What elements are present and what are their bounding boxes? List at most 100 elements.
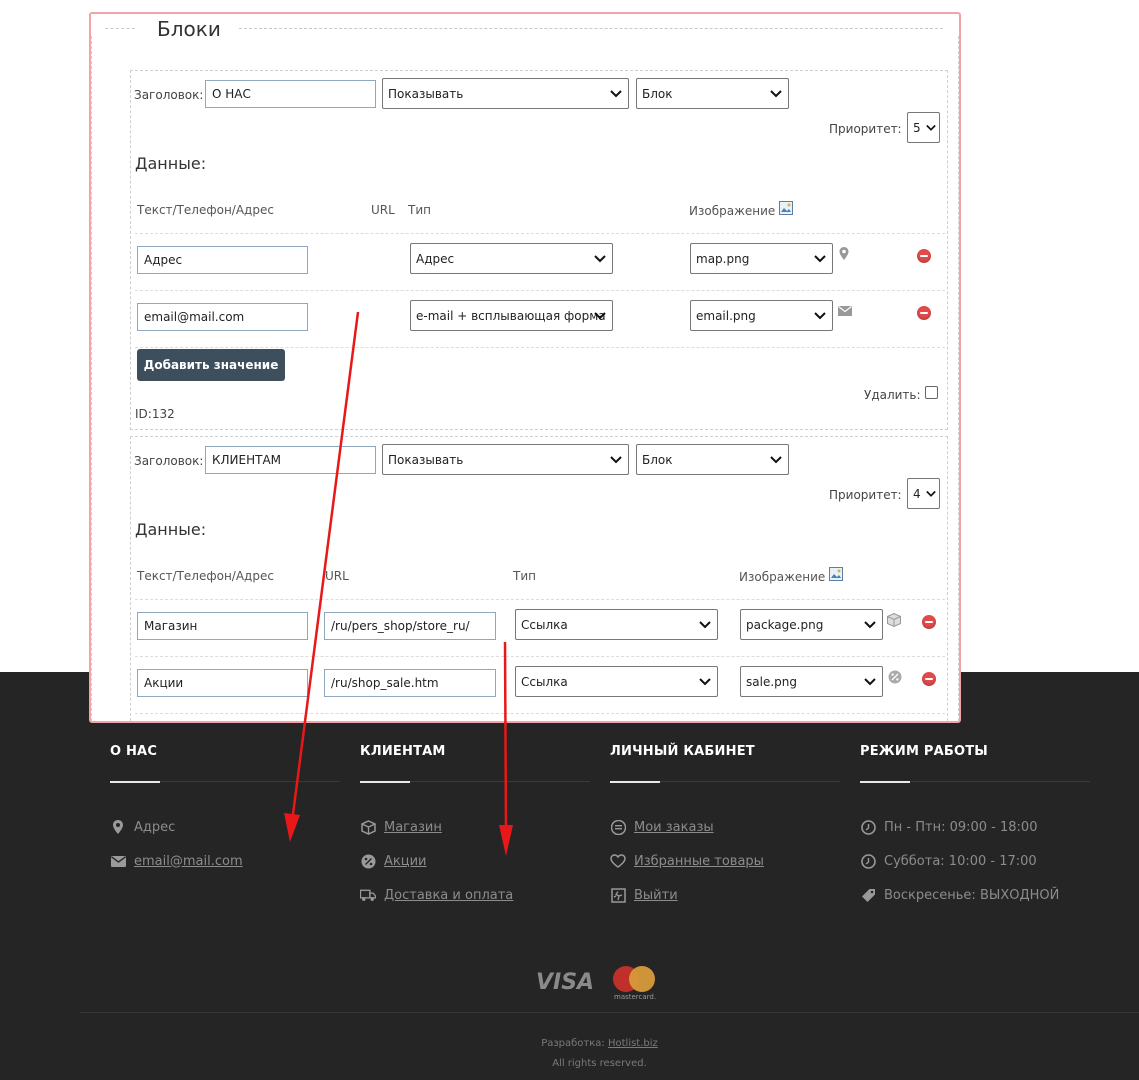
chevron-down-icon	[610, 455, 622, 463]
delivery-link[interactable]: Доставка и оплата	[384, 888, 513, 903]
chevron-down-icon	[610, 89, 622, 97]
priority-select[interactable]: 5	[907, 112, 940, 143]
footer-heading: ЛИЧНЫЙ КАБИНЕТ	[610, 744, 755, 759]
mastercard-logo-text: mastercard.	[614, 993, 656, 1001]
footer-item-email[interactable]: email@mail.com	[110, 851, 243, 871]
sales-link[interactable]: Акции	[384, 854, 427, 869]
footer-item-label: Воскресенье: ВЫХОДНОЙ	[884, 887, 1060, 903]
divider	[135, 347, 945, 348]
footer-item-logout[interactable]: Выйти	[610, 885, 678, 905]
footer-column-hours: РЕЖИМ РАБОТЫ Пн - Птн: 09:00 - 18:00 Суб…	[860, 744, 1092, 903]
heart-icon	[610, 853, 626, 869]
row-image-select-value: map.png	[696, 251, 750, 266]
copyright: All rights reserved.	[552, 1058, 647, 1069]
row-image-select[interactable]: sale.png	[740, 666, 883, 697]
data-heading: Данные:	[135, 154, 207, 173]
column-header-image: Изображение	[739, 570, 826, 584]
divider	[135, 233, 945, 234]
row-type-select[interactable]: Адрес	[410, 243, 613, 274]
chevron-down-icon	[926, 490, 936, 497]
row-url-input[interactable]: /ru/shop_sale.htm	[324, 669, 496, 697]
row-type-select-value: Ссылка	[521, 617, 568, 632]
image-icon[interactable]	[829, 567, 843, 581]
footer-item-delivery[interactable]: Доставка и оплата	[360, 885, 513, 905]
row-text-input[interactable]: Магазин	[137, 612, 308, 640]
chevron-down-icon	[864, 677, 876, 685]
title-input[interactable]: О НАС	[205, 80, 376, 108]
divider	[135, 290, 945, 291]
row-type-select-value: e-mail + всплывающая форма	[416, 308, 606, 323]
row-image-select-value: sale.png	[746, 674, 797, 689]
priority-select-value: 5	[913, 120, 921, 135]
developer-link[interactable]: Hotlist.biz	[608, 1038, 658, 1049]
row-image-select[interactable]: package.png	[740, 609, 883, 640]
priority-select[interactable]: 4	[907, 478, 940, 509]
clock-icon	[860, 853, 876, 869]
delete-row-button[interactable]	[917, 249, 931, 263]
footer-heading: РЕЖИМ РАБОТЫ	[860, 744, 988, 759]
mastercard-orange-circle	[629, 966, 655, 992]
divider	[135, 713, 945, 714]
orders-icon	[610, 819, 626, 835]
delete-row-button[interactable]	[917, 306, 931, 320]
orders-link[interactable]: Мои заказы	[634, 820, 714, 835]
exit-icon	[610, 887, 626, 903]
add-value-button[interactable]: Добавить значение	[137, 349, 285, 381]
visibility-select-value: Показывать	[388, 452, 464, 467]
footer-item-favorites[interactable]: Избранные товары	[610, 851, 764, 871]
chevron-down-icon	[699, 677, 711, 685]
heading-underline	[610, 781, 660, 783]
chevron-down-icon	[864, 620, 876, 628]
block-type-select[interactable]: Блок	[636, 78, 789, 109]
row-text-input[interactable]: email@mail.com	[137, 303, 308, 331]
delete-row-button[interactable]	[922, 672, 936, 686]
chevron-down-icon	[594, 311, 606, 319]
site-footer	[0, 672, 1139, 1080]
row-image-select-value: email.png	[696, 308, 756, 323]
logout-link[interactable]: Выйти	[634, 888, 678, 903]
delete-row-button[interactable]	[922, 615, 936, 629]
column-header-url: URL	[371, 203, 395, 217]
footer-column-about: О НАС Адрес email@mail.com	[110, 744, 342, 869]
shop-link[interactable]: Магазин	[384, 820, 442, 835]
favorites-link[interactable]: Избранные товары	[634, 854, 764, 869]
clock-icon	[860, 819, 876, 835]
envelope-icon	[110, 853, 126, 869]
row-type-select[interactable]: Ссылка	[515, 609, 718, 640]
footer-item-orders[interactable]: Мои заказы	[610, 817, 714, 837]
row-image-select[interactable]: email.png	[690, 300, 833, 331]
row-image-select[interactable]: map.png	[690, 243, 833, 274]
chevron-down-icon	[770, 455, 782, 463]
footer-item-sales[interactable]: Акции	[360, 851, 427, 871]
footer-item-label: Суббота: 10:00 - 17:00	[884, 853, 1037, 869]
row-text-input[interactable]: Акции	[137, 669, 308, 697]
row-type-select[interactable]: e-mail + всплывающая форма	[410, 300, 613, 331]
block-id: ID:132	[135, 407, 175, 421]
tag-icon	[860, 887, 876, 903]
footer-item-sunday: Воскресенье: ВЫХОДНОЙ	[860, 885, 1059, 905]
data-heading: Данные:	[135, 520, 207, 539]
delete-block-checkbox[interactable]	[925, 386, 938, 399]
package-icon	[887, 613, 901, 627]
heading-underline	[860, 781, 910, 783]
priority-label: Приоритет:	[829, 122, 902, 136]
heading-underline	[110, 781, 160, 783]
column-header-type: Тип	[408, 203, 431, 217]
divider	[135, 599, 945, 600]
chevron-down-icon	[699, 620, 711, 628]
footer-item-shop[interactable]: Магазин	[360, 817, 442, 837]
block-type-select[interactable]: Блок	[636, 444, 789, 475]
developer-credit: Разработка: Hotlist.biz	[0, 1038, 1139, 1049]
row-text-input[interactable]: Адрес	[137, 246, 308, 274]
image-icon[interactable]	[779, 201, 793, 215]
email-link[interactable]: email@mail.com	[134, 854, 243, 869]
block-type-select-value: Блок	[642, 452, 673, 467]
row-url-input[interactable]: /ru/pers_shop/store_ru/	[324, 612, 496, 640]
row-type-select[interactable]: Ссылка	[515, 666, 718, 697]
title-input[interactable]: КЛИЕНТАМ	[205, 446, 376, 474]
chevron-down-icon	[594, 254, 606, 262]
row-type-select-value: Ссылка	[521, 674, 568, 689]
visibility-select[interactable]: Показывать	[382, 444, 629, 475]
visibility-select[interactable]: Показывать	[382, 78, 629, 109]
legend-line	[105, 28, 135, 29]
